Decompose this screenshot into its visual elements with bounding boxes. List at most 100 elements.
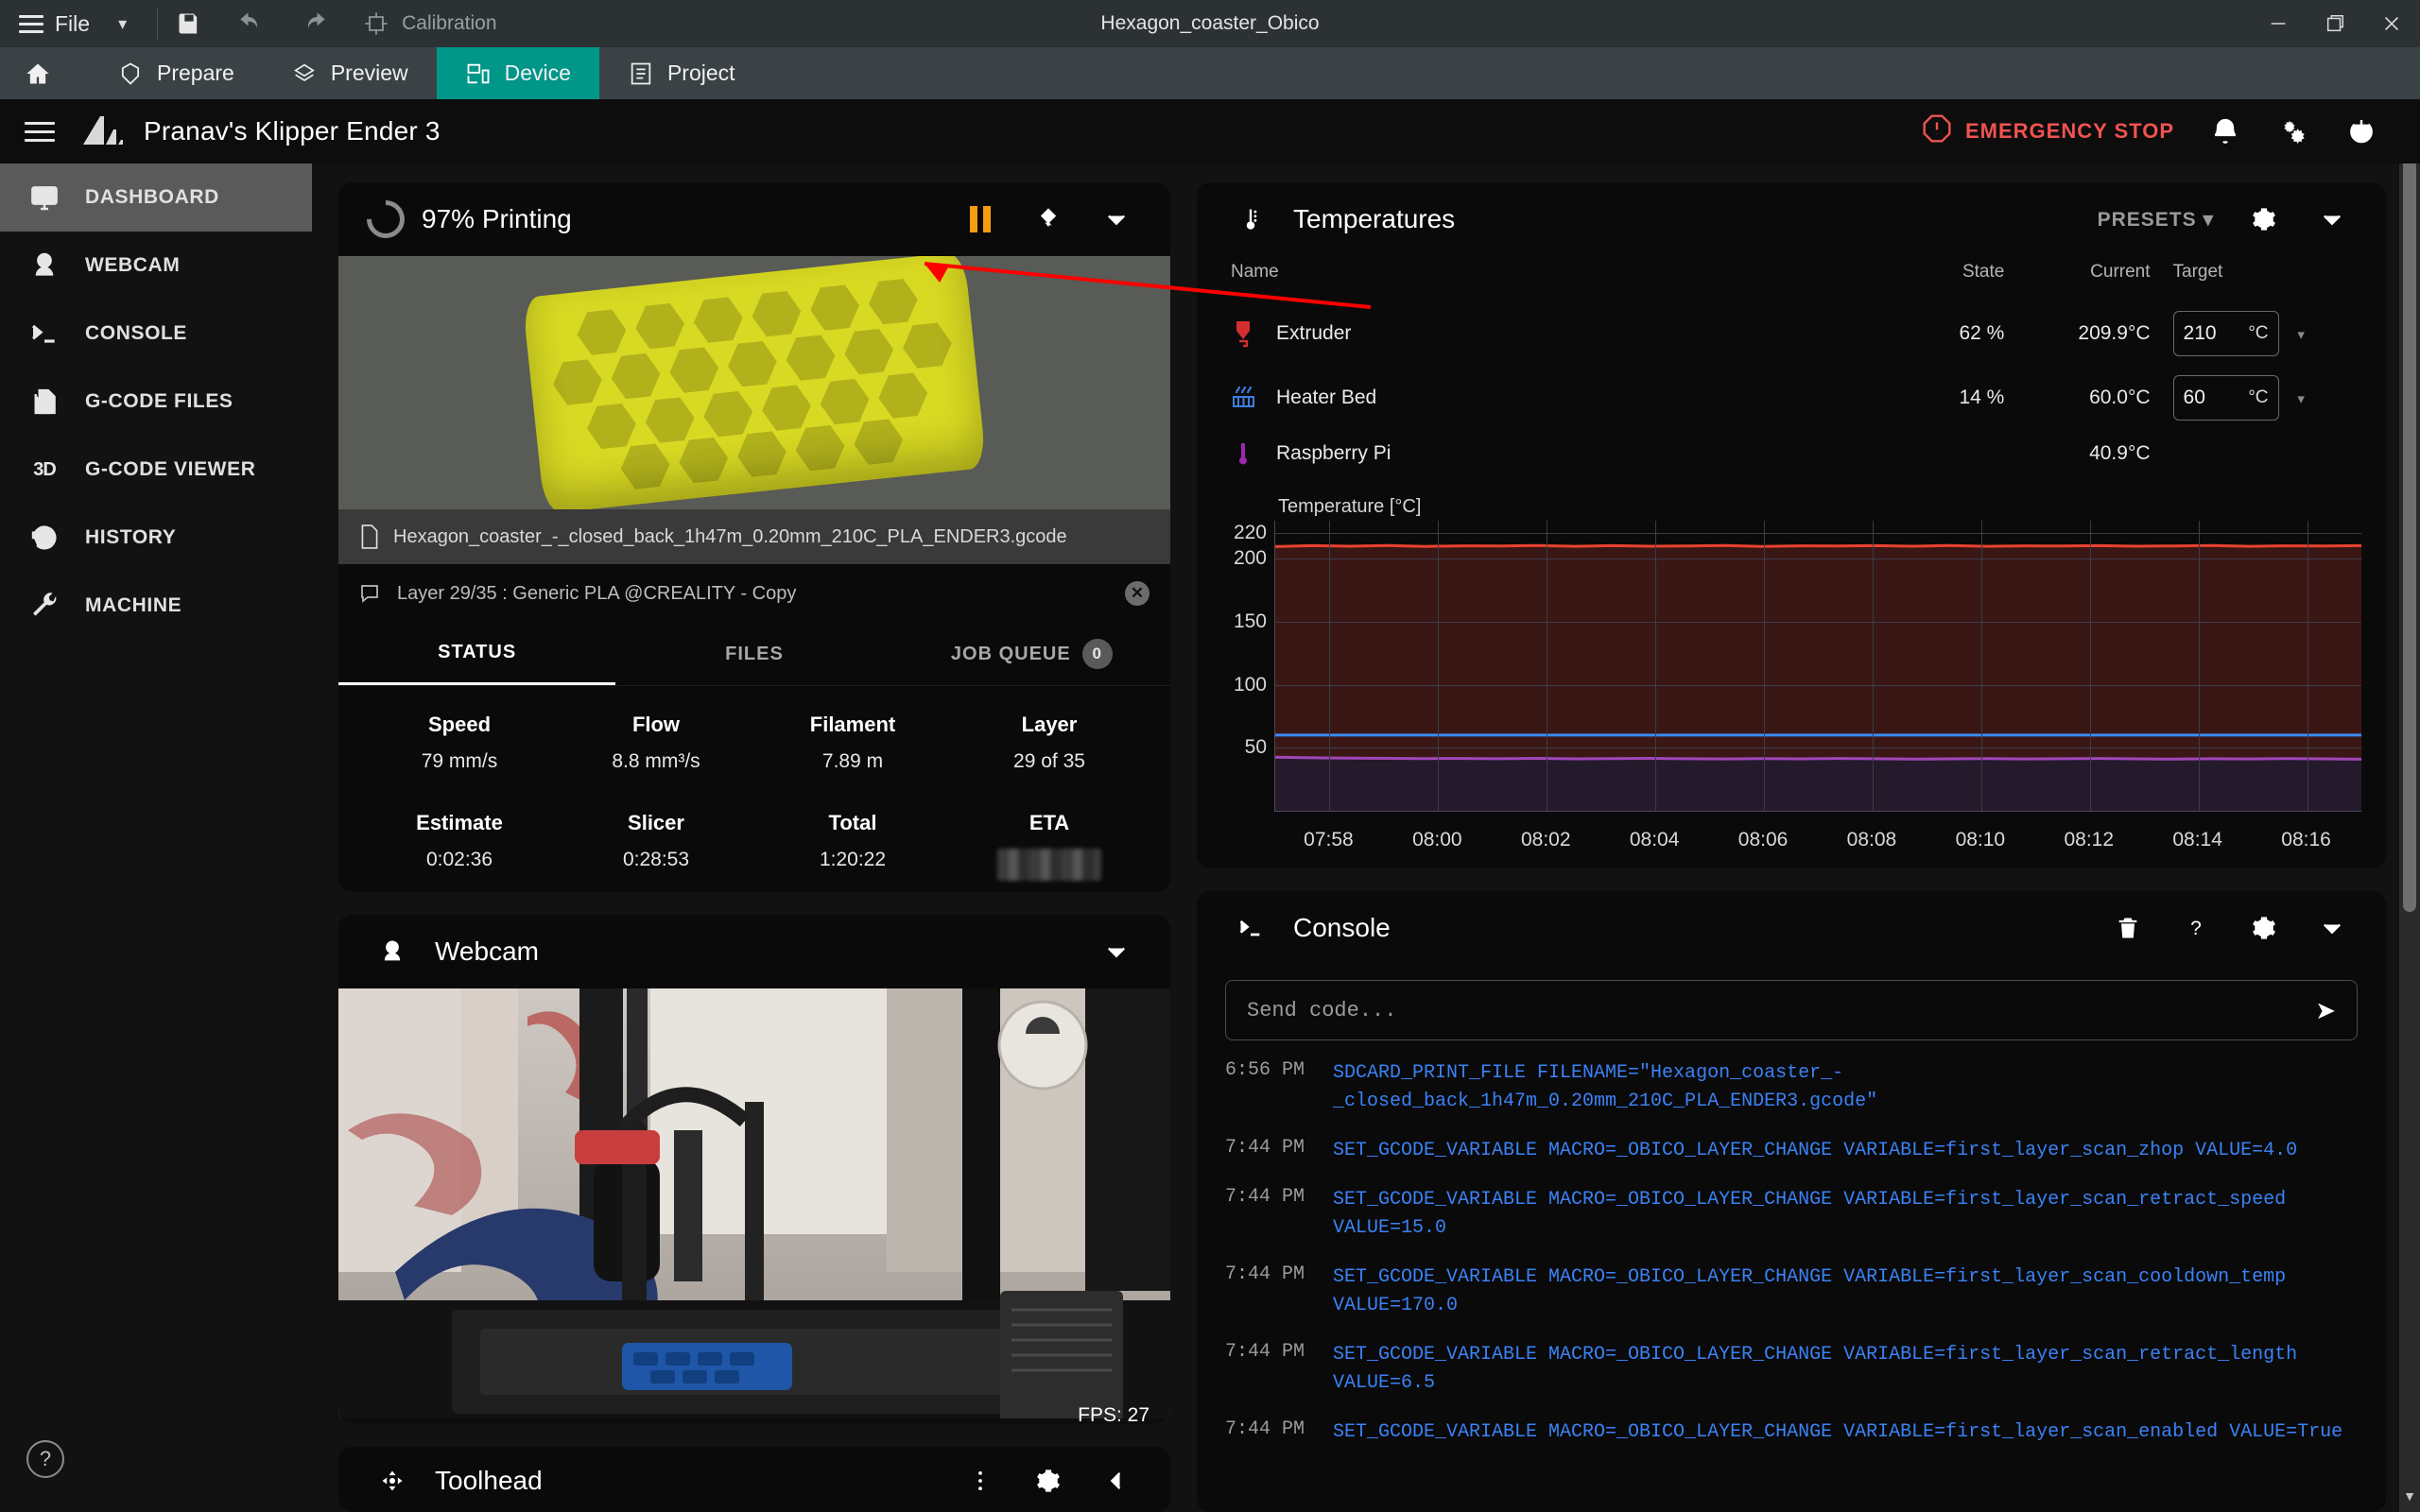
pause-print-button[interactable] <box>955 194 1006 245</box>
file-menu-button[interactable]: File ▾ <box>0 0 140 47</box>
thermometer-icon <box>1225 194 1276 245</box>
table-row[interactable]: Extruder 62 % 209.9°C 210 °C ▾ <box>1231 301 2352 366</box>
chart-x-tick: 08:16 <box>2281 829 2331 850</box>
tab-job-queue[interactable]: JOB QUEUE 0 <box>893 623 1170 685</box>
power-icon[interactable] <box>2327 99 2395 163</box>
stat-slicer: Slicer 0:28:53 <box>558 781 754 886</box>
scroll-down-icon[interactable]: ▼ <box>2399 1484 2420 1508</box>
sidebar-item-gcode-viewer[interactable]: 3D G-CODE VIEWER <box>0 436 312 504</box>
sidebar-item-machine[interactable]: MACHINE <box>0 572 312 640</box>
stat-label: Speed <box>427 713 492 736</box>
console-header: Console ? <box>1197 891 2386 965</box>
emergency-stop-button[interactable]: EMERGENCY STOP <box>1905 113 2191 149</box>
tab-files[interactable]: FILES <box>615 623 892 685</box>
gear-icon <box>1037 1469 1060 1492</box>
collapse-print-status-button[interactable] <box>1091 194 1142 245</box>
heater-bed-target-input[interactable]: 60 °C <box>2172 375 2279 421</box>
target-value: 60 <box>2183 387 2205 408</box>
temp-row-extruder: Extruder <box>1231 301 1858 366</box>
temperatures-settings-button[interactable] <box>2238 194 2290 245</box>
tab-prepare[interactable]: Prepare <box>89 47 263 99</box>
tab-home[interactable] <box>0 47 89 99</box>
collapse-webcam-button[interactable] <box>1091 926 1142 977</box>
chevron-down-icon <box>2324 215 2341 226</box>
toolhead-more-button[interactable] <box>955 1455 1006 1506</box>
slicer-title-bar: File ▾ Calibration Hexagon_coaster_Obico <box>0 0 2420 47</box>
scrollbar-thumb[interactable] <box>2403 137 2416 912</box>
console-input[interactable]: Send code... ➤ <box>1225 980 2358 1040</box>
collapse-console-button[interactable] <box>2307 902 2358 954</box>
toolhead-title: Toolhead <box>435 1465 543 1495</box>
temperatures-card: Temperatures PRESETS ▾ Name State Curren… <box>1197 182 2386 868</box>
collapse-temperatures-button[interactable] <box>2307 194 2358 245</box>
close-button[interactable] <box>2363 0 2420 47</box>
tab-preview[interactable]: Preview <box>263 47 437 99</box>
heater-bed-icon <box>1233 386 1254 407</box>
sidebar-item-gcode-files[interactable]: G-CODE FILES <box>0 368 312 436</box>
collapse-toolhead-button[interactable] <box>1091 1455 1142 1506</box>
tab-project[interactable]: Project <box>599 47 764 99</box>
chevron-down-icon[interactable]: ▾ <box>118 14 127 34</box>
maximize-button[interactable] <box>2307 0 2363 47</box>
chart-gridline <box>1655 521 1657 811</box>
stat-label: Slicer <box>628 811 684 834</box>
console-card: Console ? Send code... ➤ 6:56 PM SDCARD_… <box>1197 891 2386 1512</box>
temp-row-heater-bed: Heater Bed <box>1231 366 1858 430</box>
exclude-object-button[interactable] <box>1023 194 1074 245</box>
chart-gridline <box>1980 521 1982 811</box>
tab-device[interactable]: Device <box>436 47 599 99</box>
exclude-object-icon <box>1040 208 1057 228</box>
sidebar-item-console[interactable]: CONSOLE <box>0 300 312 368</box>
chevron-down-icon[interactable]: ▾ <box>2284 327 2305 343</box>
console-settings-button[interactable] <box>2238 902 2290 954</box>
help-button[interactable]: ? <box>26 1440 64 1478</box>
webcam-title: Webcam <box>435 936 539 967</box>
th-name: Name <box>1231 262 1279 282</box>
target-unit: °C <box>2248 323 2269 343</box>
extruder-target-input[interactable]: 210 °C <box>2172 311 2279 356</box>
svg-text:?: ? <box>2190 918 2202 939</box>
toolhead-settings-button[interactable] <box>1023 1455 1074 1506</box>
console-icon <box>1225 902 1276 954</box>
current-filename: Hexagon_coaster_-_closed_back_1h47m_0.20… <box>393 525 1067 547</box>
table-row[interactable]: Heater Bed 14 % 60.0°C 60 °C ▾ <box>1231 366 2352 430</box>
save-icon[interactable] <box>175 9 203 38</box>
tab-status[interactable]: STATUS <box>338 623 616 685</box>
gears-icon[interactable] <box>2259 99 2327 163</box>
close-icon[interactable]: ✕ <box>1125 581 1150 606</box>
chart-x-tick: 07:58 <box>1304 829 1354 850</box>
send-icon[interactable]: ➤ <box>2315 996 2336 1025</box>
current-file-row[interactable]: Hexagon_coaster_-_closed_back_1h47m_0.20… <box>338 509 1170 564</box>
chart-gridline <box>1438 521 1440 811</box>
redo-icon[interactable] <box>300 9 328 38</box>
stat-label: Estimate <box>416 811 503 834</box>
table-row[interactable]: Raspberry Pi 40.9°C <box>1231 430 2352 477</box>
tab-prepare-label: Prepare <box>157 60 234 85</box>
temp-state: 62 % <box>1959 322 2005 344</box>
sidebar-item-webcam[interactable]: WEBCAM <box>0 232 312 300</box>
sidebar-item-history[interactable]: HISTORY <box>0 504 312 572</box>
calibration-button[interactable]: Calibration <box>362 9 497 38</box>
stat-flow: Flow 8.8 mm³/s <box>558 713 754 773</box>
print-message-row: Layer 29/35 : Generic PLA @CREALITY - Co… <box>338 564 1170 623</box>
bell-icon[interactable] <box>2191 99 2259 163</box>
chart-x-tick: 08:10 <box>1955 829 2006 850</box>
calibration-label: Calibration <box>402 12 497 34</box>
print-stats-grid: Speed 79 mm/s Flow 8.8 mm³/s Filament 7.… <box>338 686 1170 892</box>
presets-dropdown[interactable]: PRESETS ▾ <box>2098 208 2214 232</box>
chart-plot-area <box>1274 521 2361 812</box>
undo-icon[interactable] <box>237 9 266 38</box>
page-scrollbar[interactable]: ▲ ▼ <box>2399 99 2420 1512</box>
console-message: SDCARD_PRINT_FILE FILENAME="Hexagon_coas… <box>1333 1062 1878 1112</box>
console-log[interactable]: 6:56 PM SDCARD_PRINT_FILE FILENAME="Hexag… <box>1197 1050 2386 1468</box>
webcam-stream[interactable]: FPS: 27 <box>338 988 1170 1424</box>
webcam-fps: FPS: 27 <box>1078 1404 1150 1424</box>
sidebar-item-dashboard[interactable]: DASHBOARD <box>0 163 312 232</box>
sidebar-toggle-icon[interactable] <box>25 121 55 142</box>
chevron-down-icon[interactable]: ▾ <box>2284 391 2305 407</box>
clear-console-button[interactable] <box>2102 902 2153 954</box>
temp-name: Extruder <box>1276 322 1352 344</box>
temp-current: 40.9°C <box>2089 442 2151 464</box>
minimize-button[interactable] <box>2250 0 2307 47</box>
console-help-button[interactable]: ? <box>2170 902 2221 954</box>
